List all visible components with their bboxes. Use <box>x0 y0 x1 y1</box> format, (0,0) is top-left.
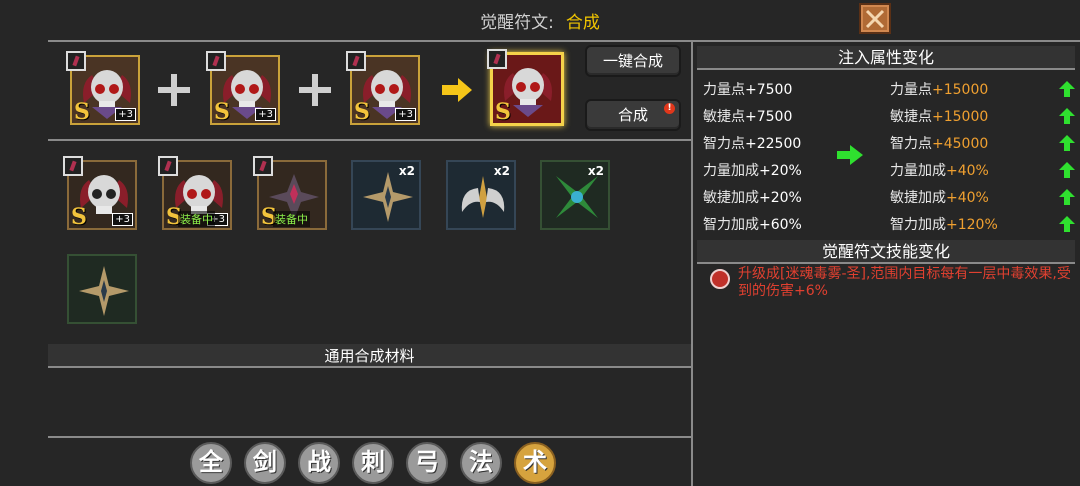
page-title: 觉醒符文: 合成 <box>0 8 1080 33</box>
equipped-tag: 装备中 <box>178 211 215 227</box>
skill-panel-title: 觉醒符文技能变化 <box>697 240 1075 264</box>
stat-before: 智力加成+60% <box>703 217 802 233</box>
green-arrow-right-icon <box>837 145 863 165</box>
stat-before: 智力点+22500 <box>703 136 802 152</box>
skill-description: 升级成[迷魂毒雾-圣],范围内目标每有一层中毒效果,受到的伤害+6% <box>738 266 1071 299</box>
stat-after: 智力点+45000 <box>890 136 989 152</box>
combine-slot-1[interactable]: S +3 <box>66 51 140 125</box>
materials-divider <box>48 436 691 438</box>
level-badge: +3 <box>112 213 133 226</box>
tab-sword[interactable]: 剑 <box>244 442 286 484</box>
rank-badge: S <box>74 99 90 125</box>
level-badge: +3 <box>255 108 276 121</box>
inventory-item[interactable]: x2 <box>446 160 516 230</box>
equipped-tag: 装备中 <box>273 211 310 227</box>
inventory-item[interactable]: S 装备中 <box>253 156 327 230</box>
stat-after: 力量点+15000 <box>890 82 989 98</box>
item-count: x2 <box>587 164 604 178</box>
top-divider <box>48 40 1080 42</box>
inventory-item[interactable]: S +3 装备中 <box>158 156 232 230</box>
stat-before: 敏捷加成+20% <box>703 190 802 206</box>
combine-slot-3[interactable]: S +3 <box>346 51 420 125</box>
crystal-rune-icon <box>79 266 129 316</box>
combine-divider <box>48 139 691 141</box>
tab-mage[interactable]: 法 <box>460 442 502 484</box>
stat-after: 智力加成+120% <box>890 217 998 233</box>
skill-bullet-icon <box>710 269 730 289</box>
inventory-item[interactable]: S +3 <box>63 156 137 230</box>
level-badge: +3 <box>395 108 416 121</box>
stat-after: 敏捷加成+40% <box>890 190 989 206</box>
header-label: 觉醒符文: <box>480 13 554 33</box>
rank-badge: S <box>214 99 230 125</box>
close-x-icon <box>865 9 885 29</box>
attr-panel-title: 注入属性变化 <box>697 46 1075 70</box>
inventory-item[interactable] <box>67 254 137 324</box>
combine-result-slot[interactable]: S <box>487 49 564 126</box>
close-button[interactable] <box>859 3 891 34</box>
tab-warrior[interactable]: 战 <box>298 442 340 484</box>
combine-button-label: 合成 <box>617 106 648 124</box>
up-arrow-icon <box>1059 81 1075 97</box>
level-badge: +3 <box>115 108 136 121</box>
header-mode: 合成 <box>565 13 600 33</box>
up-arrow-icon <box>1059 162 1075 178</box>
stat-after: 力量加成+40% <box>890 163 989 179</box>
tab-sorcery[interactable]: 术 <box>514 442 556 484</box>
notification-badge: ! <box>664 103 675 114</box>
combine-slot-2[interactable]: S +3 <box>206 51 280 125</box>
inventory-item[interactable]: x2 <box>351 160 421 230</box>
stat-before: 力量点+7500 <box>703 82 793 98</box>
tab-assassin[interactable]: 刺 <box>352 442 394 484</box>
plus-icon <box>158 74 190 106</box>
arrow-right-icon <box>442 78 472 102</box>
stat-before: 敏捷点+7500 <box>703 109 793 125</box>
inventory-item[interactable]: x2 <box>540 160 610 230</box>
stat-after: 敏捷点+15000 <box>890 109 989 125</box>
panel-divider <box>691 40 693 486</box>
rank-badge: S <box>71 204 87 230</box>
up-arrow-icon <box>1059 216 1075 232</box>
rank-badge: S <box>354 99 370 125</box>
plus-icon <box>299 74 331 106</box>
combine-button[interactable]: 合成 ! <box>585 99 681 131</box>
up-arrow-icon <box>1059 135 1075 151</box>
materials-section-title: 通用合成材料 <box>48 344 691 368</box>
tab-all[interactable]: 全 <box>190 442 232 484</box>
item-count: x2 <box>398 164 415 178</box>
up-arrow-icon <box>1059 189 1075 205</box>
tab-bow[interactable]: 弓 <box>406 442 448 484</box>
stat-before: 力量加成+20% <box>703 163 802 179</box>
item-count: x2 <box>493 164 510 178</box>
up-arrow-icon <box>1059 108 1075 124</box>
auto-combine-button[interactable]: 一键合成 <box>585 45 681 77</box>
rank-badge: S <box>495 99 511 125</box>
